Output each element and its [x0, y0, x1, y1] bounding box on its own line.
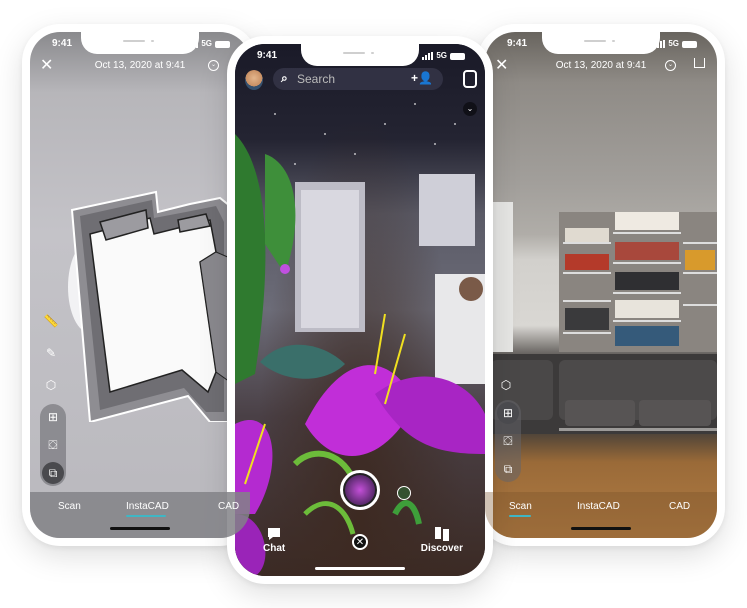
elevation-icon[interactable]: ⊞	[42, 406, 64, 428]
chevron-down-icon[interactable]: ⌄	[463, 102, 477, 116]
signal-icon	[187, 40, 199, 48]
signal-icon	[654, 40, 666, 48]
active-tab-indicator	[509, 515, 531, 517]
home-indicator	[571, 527, 631, 530]
edit-measure-icon[interactable]: ✎	[40, 342, 62, 364]
mode-tabs: Scan InstaCAD CAD	[485, 492, 717, 538]
signal-indicator: 5G	[422, 51, 465, 60]
active-tab-indicator	[126, 515, 166, 517]
capture-date: Oct 13, 2020 at 9:41	[555, 60, 647, 71]
mode-tabs: Scan InstaCAD CAD	[30, 492, 250, 538]
phone-right-scan: 9:41 5G ✕ Oct 13, 2020 at 9:41 ⌄ ⬡ ⊞ ⛋ ⧉…	[477, 24, 725, 546]
floorplan-icon[interactable]: ⧉	[497, 458, 519, 480]
tab-scan[interactable]: Scan	[509, 501, 532, 512]
floorplan-3d-model[interactable]	[60, 182, 250, 422]
nav-chat[interactable]: Chat	[263, 527, 285, 554]
nav-chat-label: Chat	[263, 543, 286, 554]
ar-cube-icon[interactable]: ⬡	[495, 374, 517, 396]
view-mode-switcher: ⊞ ⛋ ⧉	[495, 400, 521, 482]
header: ✕ Oct 13, 2020 at 9:41 ⌄	[30, 56, 250, 78]
tab-cad[interactable]: CAD	[669, 501, 690, 512]
chevron-circle-icon[interactable]: ⌄	[665, 60, 676, 71]
3d-model-icon[interactable]: ⛋	[42, 434, 64, 456]
network-label: 5G	[668, 39, 679, 48]
signal-indicator: 5G	[654, 39, 697, 48]
chat-icon	[268, 528, 281, 540]
header: ✕ Oct 13, 2020 at 9:41 ⌄	[485, 56, 717, 78]
network-label: 5G	[201, 39, 212, 48]
view-mode-switcher: ⊞ ⛋ ⧉	[40, 404, 66, 486]
flip-camera-icon[interactable]	[463, 70, 477, 88]
screen-scan: 9:41 5G ✕ Oct 13, 2020 at 9:41 ⌄ ⬡ ⊞ ⛋ ⧉…	[485, 32, 717, 538]
tab-instacad[interactable]: InstaCAD	[577, 501, 620, 512]
tab-scan[interactable]: Scan	[58, 501, 81, 512]
capture-button[interactable]	[340, 470, 380, 510]
phone-left-instacad: 9:41 5G ✕ Oct 13, 2020 at 9:41 ⌄ 📏 ✎ ⬡ ⊞…	[22, 24, 258, 546]
search-placeholder: Search	[297, 72, 336, 86]
chevron-circle-icon[interactable]: ⌄	[208, 60, 219, 71]
status-time: 9:41	[507, 38, 528, 49]
status-bar: 9:41 5G	[485, 38, 717, 50]
screen-instacad: 9:41 5G ✕ Oct 13, 2020 at 9:41 ⌄ 📏 ✎ ⬡ ⊞…	[30, 32, 250, 538]
close-icon[interactable]: ✕	[352, 534, 368, 550]
status-bar: 9:41 5G	[30, 38, 250, 50]
lens-icon[interactable]	[397, 486, 411, 500]
battery-icon	[682, 41, 697, 48]
screen-ar-camera: 9:41 5G ⌕ Search +👤 ⌄ ✕ Chat Discover	[235, 44, 485, 576]
home-indicator	[110, 527, 170, 530]
battery-icon	[215, 41, 230, 48]
elevation-icon[interactable]: ⊞	[497, 402, 519, 424]
3d-model-icon[interactable]: ⛋	[497, 430, 519, 452]
phone-center-ar-camera: 9:41 5G ⌕ Search +👤 ⌄ ✕ Chat Discover	[227, 36, 493, 584]
battery-icon	[450, 53, 465, 60]
status-bar: 9:41 5G	[235, 50, 485, 62]
home-indicator	[315, 567, 405, 570]
add-friend-icon[interactable]: +👤	[411, 71, 433, 85]
status-time: 9:41	[52, 38, 73, 49]
tool-column: 📏 ✎ ⬡ ⊞ ⛋ ⧉	[40, 310, 66, 486]
network-label: 5G	[436, 51, 447, 60]
tool-column: ⬡ ⊞ ⛋ ⧉	[495, 374, 521, 482]
floorplan-icon[interactable]: ⧉	[42, 462, 64, 484]
search-bar[interactable]: ⌕ Search +👤	[273, 68, 443, 90]
search-icon: ⌕	[281, 71, 288, 85]
share-icon[interactable]	[694, 58, 705, 68]
ar-cube-icon[interactable]: ⬡	[40, 374, 62, 396]
signal-icon	[422, 52, 434, 60]
signal-indicator: 5G	[187, 39, 230, 48]
status-time: 9:41	[257, 50, 278, 61]
nav-discover-label: Discover	[420, 543, 463, 554]
discover-icon	[434, 527, 449, 541]
nav-discover[interactable]: Discover	[421, 527, 463, 554]
ruler-icon[interactable]: 📏	[40, 310, 62, 332]
tab-cad[interactable]: CAD	[218, 501, 239, 512]
tab-instacad[interactable]: InstaCAD	[126, 501, 169, 512]
